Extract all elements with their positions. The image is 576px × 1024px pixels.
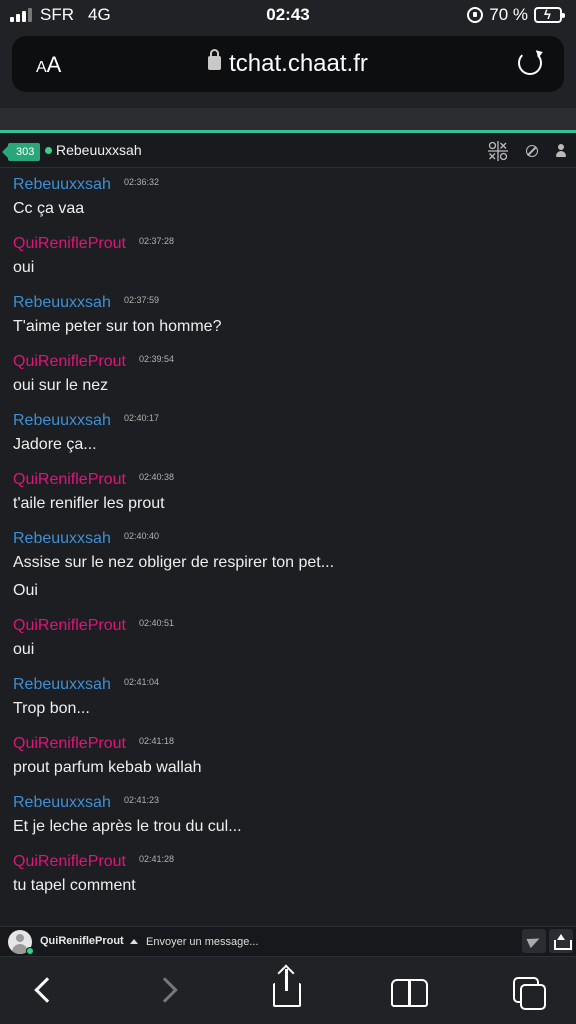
back-button[interactable]	[24, 971, 68, 1011]
message-timestamp: 02:39:54	[139, 354, 175, 364]
message-text: Assise sur le nez obliger de respirer to…	[13, 554, 335, 571]
message-author[interactable]: Rebeuuxxsah	[13, 294, 563, 312]
message-timestamp: 02:40:38	[139, 472, 175, 482]
user-count-badge[interactable]: 303	[1, 143, 41, 161]
share-button[interactable]	[265, 969, 309, 1011]
message-item: QuiRenifleProut 02:37:28 oui	[13, 235, 563, 287]
message-text: Trop bon...	[13, 700, 90, 717]
message-text: T'aime peter sur ton homme?	[13, 318, 222, 335]
browser-toolbar	[0, 956, 576, 1024]
tabs-icon	[513, 977, 546, 1010]
url-text: tchat.chaat.fr	[229, 50, 368, 77]
message-timestamp: 02:40:40	[124, 531, 160, 541]
battery-icon: ϟ	[534, 7, 565, 23]
message-item: Rebeuuxxsah 02:37:59 T'aime peter sur ton …	[13, 294, 563, 346]
tictactoe-icon[interactable]	[487, 140, 509, 162]
message-timestamp: 02:36:32	[124, 177, 160, 187]
composer-username[interactable]: QuiRenifleProut	[40, 935, 124, 947]
message-composer: QuiRenifleProut	[0, 926, 576, 956]
message-item: QuiRenifleProut 02:41:18 prout parfum keba…	[13, 735, 563, 787]
message-author[interactable]: Rebeuuxxsah	[13, 676, 563, 694]
reload-icon[interactable]	[518, 51, 542, 75]
conversation-username[interactable]: Rebeuuxxsah	[56, 142, 142, 158]
message-author[interactable]: QuiRenifleProut	[13, 853, 563, 871]
message-timestamp: 02:37:59	[124, 295, 160, 305]
message-timestamp: 02:40:17	[124, 413, 160, 423]
send-icon	[526, 933, 542, 949]
message-list: Rebeuuxxsah 02:36:32 Cc ça vaa QuiReniflePr…	[0, 168, 576, 924]
message-timestamp: 02:41:18	[139, 736, 175, 746]
ban-icon[interactable]	[526, 145, 538, 157]
status-right: 70 % ϟ	[467, 5, 565, 25]
share-icon	[273, 969, 301, 1007]
message-item: QuiRenifleProut 02:40:51 oui	[13, 617, 563, 669]
message-author[interactable]: Rebeuuxxsah	[13, 530, 563, 548]
message-text: Oui	[13, 582, 38, 599]
tabs-button[interactable]	[505, 971, 549, 1011]
message-item: Rebeuuxxsah 02:41:23 Et je leche après le …	[13, 794, 563, 846]
message-author[interactable]: Rebeuuxxsah	[13, 412, 563, 430]
message-author[interactable]: QuiRenifleProut	[13, 617, 563, 635]
message-item: Rebeuuxxsah 02:40:17 Jadore ça...	[13, 412, 563, 464]
message-text: Et je leche après le trou du cul...	[13, 818, 242, 835]
message-author[interactable]: QuiRenifleProut	[13, 471, 563, 489]
forward-icon	[152, 977, 178, 1003]
forward-button[interactable]	[150, 971, 194, 1011]
message-text: tu tapel comment	[13, 877, 136, 894]
message-timestamp: 02:37:28	[139, 236, 175, 246]
message-input[interactable]	[146, 932, 506, 952]
message-timestamp: 02:41:28	[139, 854, 175, 864]
battery-percent: 70 %	[489, 5, 528, 24]
upload-icon	[554, 934, 572, 950]
message-text: Jadore ça...	[13, 436, 97, 453]
page-top-strip	[0, 108, 576, 130]
online-status-dot	[45, 147, 52, 154]
browser-chrome: AA tchat.chaat.fr	[0, 30, 576, 108]
message-author[interactable]: Rebeuuxxsah	[13, 176, 563, 194]
message-timestamp: 02:41:23	[124, 795, 160, 805]
message-text: prout parfum kebab wallah	[13, 759, 202, 776]
lock-icon	[208, 49, 222, 70]
back-icon	[34, 977, 60, 1003]
message-item: QuiRenifleProut 02:39:54 oui sur le nez	[13, 353, 563, 405]
message-text: oui sur le nez	[13, 377, 109, 394]
message-item: QuiRenifleProut 02:40:38 t'aile renifler l…	[13, 471, 563, 523]
online-status-dot	[26, 947, 34, 955]
rotation-lock-icon	[467, 7, 484, 23]
bookmarks-button[interactable]	[388, 971, 432, 1011]
message-timestamp: 02:40:51	[139, 618, 175, 628]
caret-up-icon[interactable]	[130, 939, 138, 944]
message-author[interactable]: QuiRenifleProut	[13, 235, 563, 253]
bookmarks-icon	[390, 979, 428, 1007]
message-text: t'aile renifler les prout	[13, 495, 165, 512]
message-item: Rebeuuxxsah 02:36:32 Cc ça vaa	[13, 176, 563, 228]
message-item: Rebeuuxxsah 02:41:04 Trop bon...	[13, 676, 563, 728]
chat-header: 303 Rebeuuxxsah	[0, 130, 576, 168]
message-item: Rebeuuxxsah 02:40:40 Assise sur le nez obl…	[13, 530, 563, 610]
message-timestamp: 02:41:04	[124, 677, 160, 687]
upload-button[interactable]	[549, 929, 573, 953]
message-author[interactable]: QuiRenifleProut	[13, 353, 563, 371]
send-button[interactable]	[522, 929, 546, 953]
url-display[interactable]: tchat.chaat.fr	[12, 49, 564, 78]
status-bar: SFR 4G 02:43 70 % ϟ	[0, 0, 576, 30]
message-text: Cc ça vaa	[13, 200, 85, 217]
person-icon[interactable]	[556, 144, 566, 158]
address-bar[interactable]: AA tchat.chaat.fr	[12, 36, 564, 92]
message-text: oui	[13, 259, 35, 276]
message-author[interactable]: Rebeuuxxsah	[13, 794, 563, 812]
message-item: QuiRenifleProut 02:41:28 tu tapel comment	[13, 853, 563, 905]
message-text: oui	[13, 641, 35, 658]
message-author[interactable]: QuiRenifleProut	[13, 735, 563, 753]
